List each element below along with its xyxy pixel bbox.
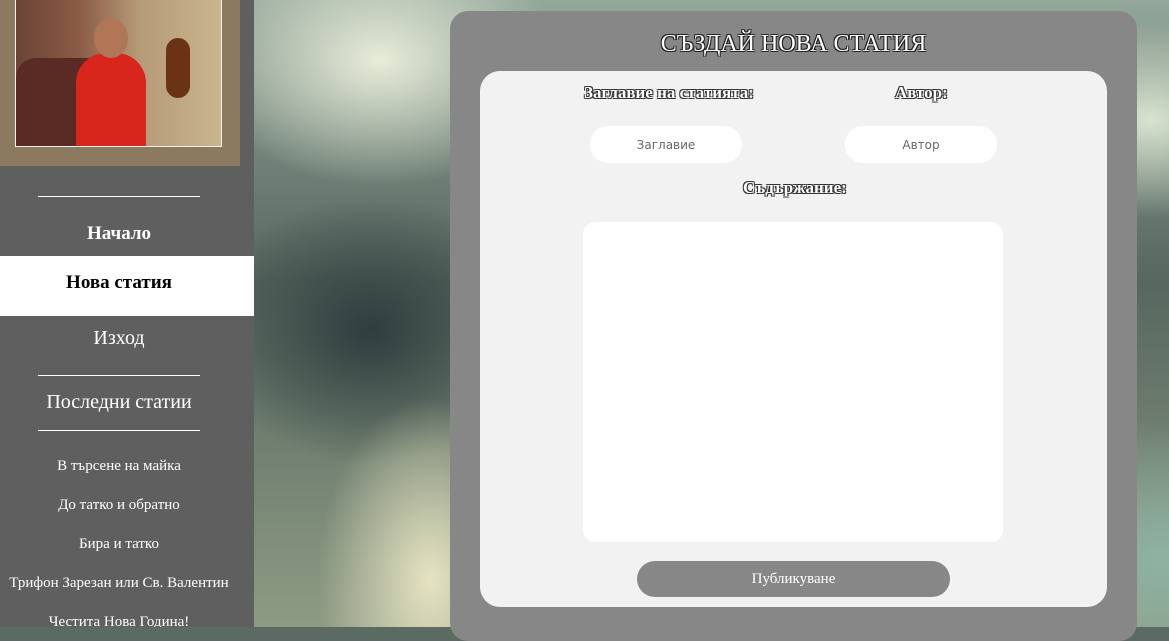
nav-logout[interactable]: Изход <box>0 327 238 350</box>
create-article-panel: СЪЗДАЙ НОВА СТАТИЯ Заглавие на статията:… <box>450 11 1137 641</box>
recent-article-link[interactable]: Бира и татко <box>0 534 238 573</box>
nav-home[interactable]: Начало <box>0 223 238 245</box>
recent-article-link[interactable]: Честита Нова Година! <box>0 612 238 627</box>
divider <box>38 196 200 197</box>
profile-photo <box>0 0 240 166</box>
sidebar: Начало Нова статия Изход Последни статии… <box>0 0 254 627</box>
photo-frame <box>15 0 222 147</box>
article-title-label: Заглавие на статията: <box>584 83 754 102</box>
recent-articles-list: В търсене на майка До татко и обратно Би… <box>0 456 238 627</box>
recent-articles-heading: Последни статии <box>46 391 192 413</box>
content-textarea[interactable] <box>583 222 1003 542</box>
divider <box>38 430 200 431</box>
content-label: Съдържание: <box>743 178 847 197</box>
article-title-input[interactable] <box>590 126 742 163</box>
recent-article-link[interactable]: В търсене на майка <box>0 456 238 495</box>
divider <box>38 375 200 376</box>
photo-person <box>76 53 146 146</box>
author-label: Автор: <box>895 83 948 102</box>
recent-article-link[interactable]: Трифон Зарезан или Св. Валентин <box>0 573 238 612</box>
nav-new-article[interactable]: Нова статия <box>0 256 254 316</box>
photo-violin <box>166 38 190 98</box>
recent-article-link[interactable]: До татко и обратно <box>0 495 238 534</box>
publish-button[interactable]: Публикуване <box>637 561 950 597</box>
page-title: СЪЗДАЙ НОВА СТАТИЯ <box>660 31 927 57</box>
photo-person-head <box>94 18 128 58</box>
author-input[interactable] <box>845 126 997 163</box>
article-form: Заглавие на статията: Автор: Съдържание:… <box>480 71 1107 607</box>
nav-new-article-label: Нова статия <box>66 272 172 293</box>
